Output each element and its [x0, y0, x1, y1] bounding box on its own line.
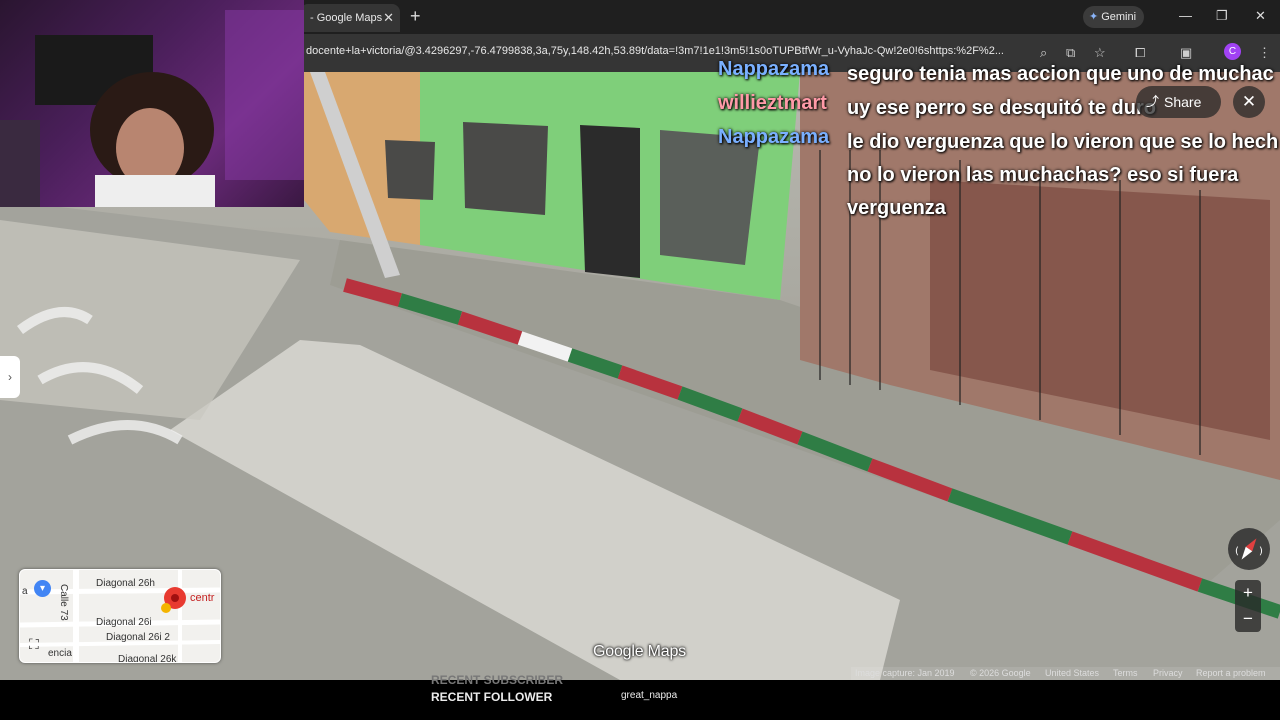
gemini-button[interactable]: ✦ Gemini	[1083, 6, 1145, 28]
tab-title: - Google Maps	[310, 12, 383, 24]
chat-username: willieztmart	[718, 92, 827, 114]
recent-follower-value: great_nappa	[621, 690, 678, 701]
chat-text: seguro tenia mas accion que uno de mucha…	[847, 63, 1274, 85]
shopping-cart-icon: ▾	[34, 580, 51, 597]
zoom-out-button[interactable]: −	[1235, 606, 1261, 632]
fullscreen-icon[interactable]: ⛶	[29, 636, 39, 653]
recent-follower-label: RECENT FOLLOWER	[431, 690, 553, 704]
minimap-label: Diagonal 26h	[96, 578, 155, 589]
gemini-label: Gemini	[1101, 11, 1137, 23]
chat-username: Nappazama	[718, 126, 830, 148]
google-maps-logo: Google Maps	[593, 643, 686, 660]
tab-google-maps[interactable]: - Google Maps ✕	[300, 4, 400, 32]
minimize-button[interactable]: —	[1179, 8, 1192, 23]
svg-text:(: (	[1235, 546, 1239, 557]
maximize-button[interactable]: ❐	[1216, 8, 1228, 24]
copyright: © 2026 Google	[970, 668, 1031, 678]
chat-username: Nappazama	[718, 58, 830, 80]
terms-link[interactable]: Terms	[1113, 668, 1138, 678]
tab-close-icon[interactable]: ✕	[383, 4, 394, 32]
recent-subscriber-label: RECENT SUBSCRIBER	[431, 673, 564, 687]
minimap-label: Calle 73	[58, 584, 69, 621]
minimap-label: centr	[190, 592, 215, 604]
report-problem-link[interactable]: Report a problem	[1196, 668, 1266, 678]
close-street-view-button[interactable]: ✕	[1233, 86, 1265, 118]
gemini-icon: ✦	[1089, 11, 1099, 23]
compass-icon: ( )	[1235, 538, 1263, 560]
chat-text: le dio verguenza que lo vieron que se lo…	[847, 131, 1279, 219]
share-icon: ⤴	[1146, 94, 1160, 109]
url-field[interactable]: docente+la+victoria/@3.4296297,-76.47998…	[306, 45, 1004, 57]
window-close-button[interactable]: ✕	[1255, 8, 1266, 24]
share-button[interactable]: ⤴ Share	[1136, 86, 1221, 118]
minimap[interactable]: Diagonal 26h Diagonal 26i Diagonal 26i 2…	[19, 569, 221, 663]
new-tab-button[interactable]: +	[410, 6, 421, 27]
privacy-link[interactable]: Privacy	[1153, 668, 1183, 678]
expand-side-panel-button[interactable]: ›	[0, 356, 20, 398]
zoom-control: + −	[1235, 580, 1261, 632]
minimap-label: encia	[48, 648, 72, 659]
webcam-image	[0, 10, 304, 207]
compass-control[interactable]: ( )	[1228, 528, 1270, 570]
image-capture-date: Image capture: Jan 2019	[855, 668, 955, 678]
minimap-label: Diagonal 26i	[96, 617, 152, 628]
minimap-label: Diagonal 26k	[118, 654, 177, 663]
zoom-in-button[interactable]: +	[1235, 580, 1261, 606]
chat-message: Nappazama le dio verguenza que lo vieron…	[718, 126, 1280, 225]
webcam-overlay	[0, 0, 304, 207]
minimap-label: a	[22, 586, 28, 597]
svg-text:): )	[1259, 546, 1263, 557]
minimap-label: Diagonal 26i 2	[106, 632, 170, 643]
share-label: Share	[1164, 94, 1202, 110]
region-link[interactable]: United States	[1045, 668, 1099, 678]
